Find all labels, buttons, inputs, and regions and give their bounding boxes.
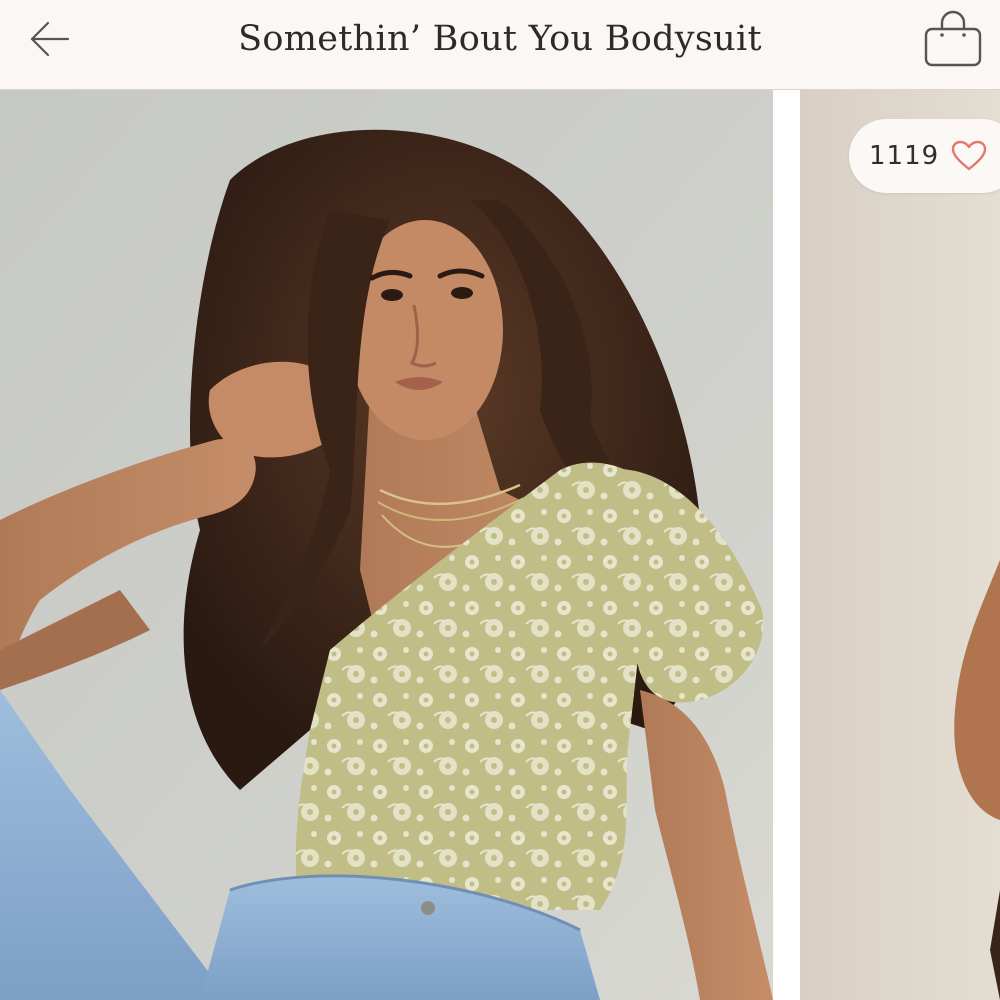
top-nav-bar: Somethin’ Bout You Bodysuit (0, 0, 1000, 90)
likes-count: 1119 (869, 141, 940, 171)
shopping-bag-button[interactable] (918, 2, 988, 74)
heart-outline-icon (951, 140, 987, 172)
arrow-left-icon (28, 19, 72, 59)
page-title: Somethin’ Bout You Bodysuit (238, 19, 762, 59)
product-photo-next-partial[interactable] (800, 90, 1000, 1000)
product-image-gallery[interactable]: 1119 (0, 90, 1000, 1000)
product-photo-model-front[interactable] (0, 90, 773, 1000)
shopping-bag-icon (922, 7, 984, 69)
likes-counter-button[interactable]: 1119 (849, 119, 1000, 193)
back-button[interactable] (22, 14, 78, 64)
